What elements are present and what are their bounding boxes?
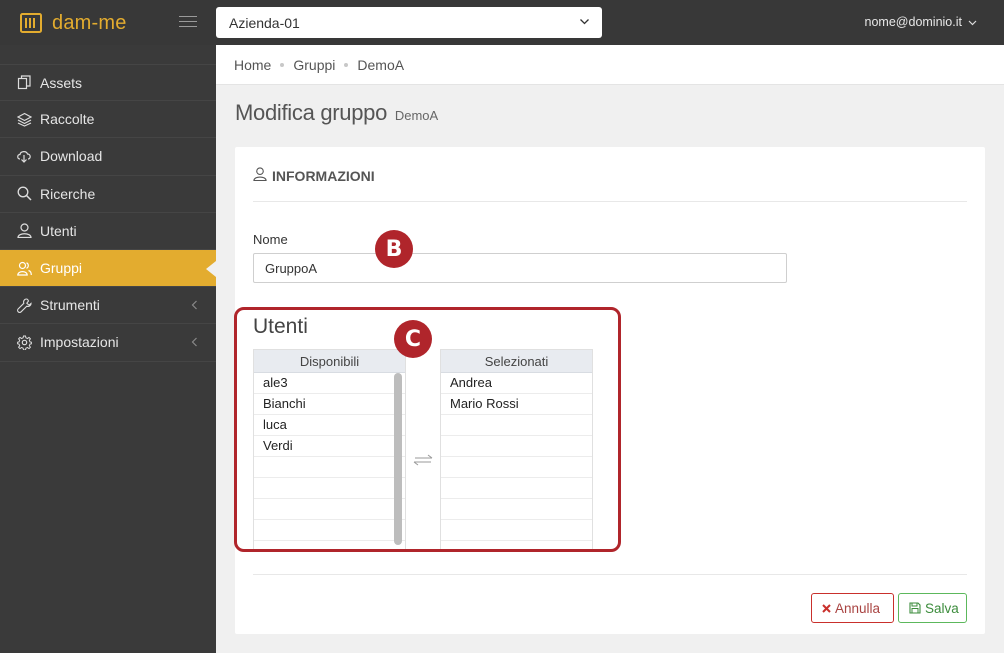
- sidebar-item-impostazioni[interactable]: Impostazioni: [0, 324, 216, 362]
- gear-icon: [16, 334, 32, 350]
- cancel-button-label: Annulla: [835, 600, 881, 616]
- list-item-empty: [254, 478, 405, 499]
- selected-users-list[interactable]: Selezionati Andrea Mario Rossi: [440, 349, 593, 550]
- save-button-label: Salva: [925, 600, 959, 616]
- list-item-empty: [441, 478, 592, 499]
- menu-toggle-icon[interactable]: [179, 15, 197, 29]
- sidebar-item-assets[interactable]: Assets: [0, 64, 216, 102]
- list-item[interactable]: Verdi: [254, 436, 405, 457]
- wrench-icon: [16, 297, 32, 313]
- save-button[interactable]: Salva: [898, 593, 967, 623]
- list-item[interactable]: Mario Rossi: [441, 394, 592, 415]
- available-users-list[interactable]: Disponibili ale3 Bianchi luca Verdi: [253, 349, 406, 550]
- available-users-header: Disponibili: [254, 350, 405, 373]
- name-label: Nome: [253, 232, 288, 247]
- sidebar-item-label: Gruppi: [40, 260, 83, 277]
- floppy-disk-icon: [909, 602, 921, 614]
- list-item-empty: [254, 520, 405, 541]
- list-item[interactable]: Andrea: [441, 373, 592, 394]
- sidebar-item-raccolte[interactable]: Raccolte: [0, 101, 216, 139]
- app-logo[interactable]: dam-me: [20, 10, 127, 36]
- organization-select[interactable]: Azienda-01: [216, 7, 602, 38]
- divider: [253, 574, 967, 575]
- list-item-empty: [254, 457, 405, 478]
- divider: [253, 201, 967, 202]
- chevron-down-icon: [968, 20, 977, 25]
- sidebar-item-label: Raccolte: [40, 111, 95, 128]
- chevron-left-icon: [191, 337, 197, 347]
- edit-group-card: INFORMAZIONI Nome Utenti Disponibili ale…: [235, 147, 985, 634]
- users-icon: [16, 260, 32, 276]
- list-item-empty: [441, 541, 592, 549]
- sidebar-item-ricerche[interactable]: Ricerche: [0, 176, 216, 213]
- list-item[interactable]: luca: [254, 415, 405, 436]
- transfer-arrows-icon[interactable]: [412, 453, 434, 467]
- list-item-empty: [441, 415, 592, 436]
- user-menu[interactable]: nome@dominio.it: [865, 15, 977, 29]
- user-icon: [253, 167, 267, 184]
- selected-users-header: Selezionati: [441, 350, 592, 373]
- user-icon: [16, 223, 32, 239]
- sidebar-item-label: Utenti: [40, 222, 77, 239]
- cloud-download-icon: [16, 148, 32, 164]
- user-email: nome@dominio.it: [864, 15, 962, 29]
- card-header: INFORMAZIONI: [253, 167, 375, 184]
- section-header-text: INFORMAZIONI: [272, 167, 375, 184]
- sidebar-item-strumenti[interactable]: Strumenti: [0, 287, 216, 325]
- breadcrumb-gruppi[interactable]: Gruppi: [293, 57, 335, 73]
- breadcrumb-separator: [344, 62, 349, 67]
- list-scrollbar[interactable]: [394, 373, 402, 545]
- list-item-empty: [441, 436, 592, 457]
- list-item[interactable]: Bianchi: [254, 394, 405, 415]
- sidebar-item-utenti[interactable]: Utenti: [0, 213, 216, 250]
- annotation-badge-b: B: [375, 230, 413, 268]
- breadcrumb-separator: [280, 62, 285, 67]
- chevron-down-icon: [580, 19, 589, 25]
- sidebar: Assets Raccolte Download Ricerche Utenti…: [0, 45, 216, 653]
- breadcrumb-home[interactable]: Home: [234, 57, 271, 73]
- chevron-left-icon: [191, 300, 197, 310]
- list-item-empty: [254, 541, 405, 549]
- search-icon: [16, 186, 32, 202]
- sidebar-item-label: Assets: [40, 74, 83, 91]
- sidebar-item-download[interactable]: Download: [0, 138, 216, 176]
- sidebar-item-label: Download: [40, 148, 103, 165]
- organization-value: Azienda-01: [229, 14, 300, 31]
- users-section-title: Utenti: [253, 315, 308, 338]
- page-title: Modifica gruppo DemoA: [235, 100, 438, 126]
- list-item-empty: [441, 457, 592, 478]
- sidebar-item-label: Impostazioni: [40, 334, 119, 351]
- annotation-badge-c: C: [394, 320, 432, 358]
- copy-icon: [16, 75, 32, 91]
- list-item-empty: [254, 499, 405, 520]
- layers-icon: [16, 111, 32, 127]
- sidebar-item-gruppi[interactable]: Gruppi: [0, 249, 216, 288]
- page-subtitle: DemoA: [394, 108, 439, 123]
- logo-text: dam-me: [52, 11, 127, 34]
- list-item[interactable]: ale3: [254, 373, 405, 394]
- list-item-empty: [441, 520, 592, 541]
- breadcrumb: Home Gruppi DemoA: [216, 45, 1004, 85]
- top-bar: dam-me Azienda-01 nome@dominio.it: [0, 0, 1004, 45]
- sidebar-item-label: Strumenti: [40, 297, 100, 314]
- close-icon: [822, 603, 831, 613]
- breadcrumb-current: DemoA: [357, 56, 405, 73]
- name-input[interactable]: [253, 253, 787, 283]
- sidebar-item-label: Ricerche: [40, 185, 96, 202]
- cancel-button[interactable]: Annulla: [811, 593, 894, 623]
- page-title-text: Modifica gruppo: [235, 100, 388, 125]
- logo-icon: [20, 13, 42, 33]
- list-item-empty: [441, 499, 592, 520]
